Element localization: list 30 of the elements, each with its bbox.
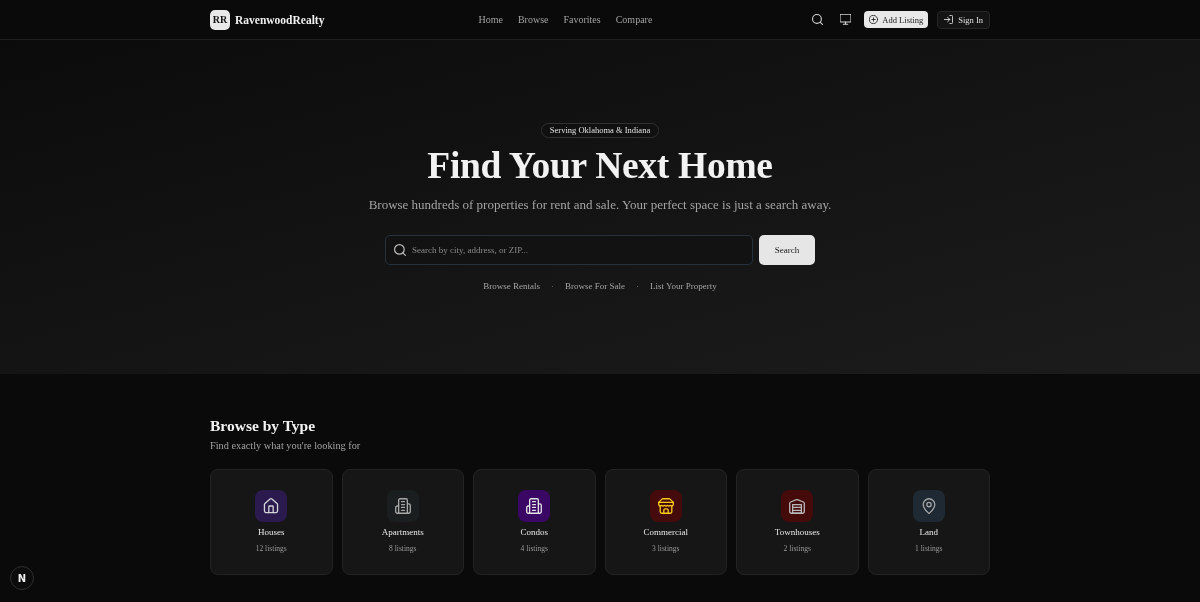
quick-link[interactable]: Browse Rentals xyxy=(483,279,540,293)
hero-subtitle: Browse hundreds of properties for rent and sale. Your perfect space is just a search away. xyxy=(368,196,832,214)
section-subtitle: Find exactly what you're looking for xyxy=(210,439,362,453)
nav-link[interactable]: Compare xyxy=(615,14,653,25)
type-name: Land xyxy=(919,526,938,539)
quick-link[interactable]: Browse For Sale xyxy=(565,279,625,293)
separator-dot: · xyxy=(551,280,554,293)
section-title: Browse by Type xyxy=(210,416,317,436)
hero-title: Find Your Next Home xyxy=(427,144,773,188)
separator-dot: · xyxy=(636,280,639,293)
plus-circle-icon xyxy=(869,15,879,24)
type-name: Condos xyxy=(520,526,548,539)
add-listing-button[interactable]: Add Listing xyxy=(864,11,929,28)
search-button[interactable]: Search xyxy=(759,235,815,265)
quick-link[interactable]: List Your Property xyxy=(650,279,717,293)
log-in-icon xyxy=(944,15,954,24)
region-badge: Serving Oklahoma & Indiana xyxy=(540,123,660,138)
brand-name[interactable]: RavenwoodRealty xyxy=(235,13,325,26)
type-name: Houses xyxy=(258,526,285,539)
type-name: Commercial xyxy=(643,526,688,539)
nav-link[interactable]: Favorites xyxy=(563,14,601,25)
logo-mark[interactable]: RR xyxy=(210,9,230,30)
nav-link[interactable]: Browse xyxy=(517,14,549,25)
dev-badge[interactable]: N xyxy=(10,566,34,590)
type-name: Townhouses xyxy=(774,526,820,539)
sign-in-button[interactable]: Sign In xyxy=(937,10,990,29)
search-field[interactable]: Search by city, address, or ZIP... xyxy=(385,235,753,265)
nav-link[interactable]: Home xyxy=(478,14,503,25)
search-icon xyxy=(394,244,406,256)
type-name: Apartments xyxy=(381,526,424,539)
